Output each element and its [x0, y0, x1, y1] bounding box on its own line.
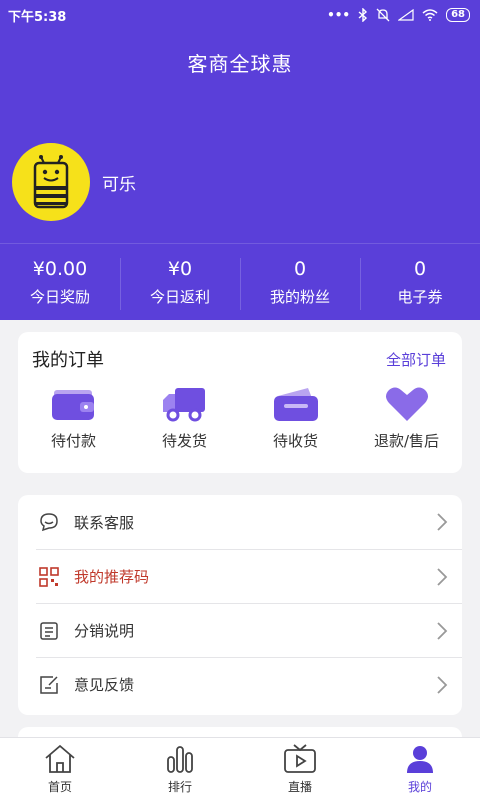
bee-avatar-icon — [33, 155, 69, 209]
wallet-icon — [51, 390, 94, 420]
settings-menu: 联系客服 我的推荐码 分销说明 意见反馈 — [18, 495, 462, 715]
menu-item-referral-code[interactable]: 我的推荐码 — [36, 549, 462, 603]
user-profile[interactable]: 可乐 — [12, 143, 136, 221]
page-title: 客商全球惠 — [187, 52, 293, 76]
tab-ranking[interactable]: 排行 — [120, 738, 240, 800]
heart-icon — [385, 387, 428, 421]
stat-my-fans[interactable]: 0 我的粉丝 — [240, 244, 360, 320]
order-pending-payment[interactable]: 待付款 — [18, 384, 129, 451]
menu-item-distribution-info[interactable]: 分销说明 — [36, 603, 462, 657]
stat-coupons[interactable]: 0 电子券 — [360, 244, 480, 320]
wifi-icon — [422, 9, 438, 21]
stat-value: 0 — [413, 257, 427, 280]
status-time: 下午5:38 — [8, 9, 67, 25]
order-refund-aftersale[interactable]: 退款/售后 — [351, 384, 462, 451]
all-orders-link[interactable]: 全部订单 — [386, 349, 446, 370]
tab-label: 首页 — [47, 780, 72, 794]
tab-live[interactable]: 直播 — [240, 738, 360, 800]
battery-indicator: 68 — [446, 8, 470, 22]
orders-title: 我的订单 — [32, 350, 104, 371]
menu-label: 联系客服 — [74, 513, 135, 532]
avatar[interactable] — [12, 143, 90, 221]
username: 可乐 — [102, 174, 136, 195]
profile-header: 下午5:38 ••• 68 客商全球惠 可乐 ¥0.00 今日奖励 ¥0 今日返… — [0, 0, 480, 320]
mute-icon — [376, 8, 390, 22]
user-icon — [407, 746, 433, 773]
tab-label: 排行 — [167, 780, 192, 794]
chevron-right-icon — [437, 621, 448, 640]
status-bar: 下午5:38 ••• 68 — [0, 0, 480, 30]
stat-today-rebate[interactable]: ¥0 今日返利 — [120, 244, 240, 320]
order-pending-shipment[interactable]: 待发货 — [129, 384, 240, 451]
tab-home[interactable]: 首页 — [0, 738, 120, 800]
menu-item-feedback[interactable]: 意见反馈 — [36, 657, 462, 711]
live-tv-icon — [284, 744, 316, 773]
home-icon — [45, 744, 75, 773]
order-pending-receipt[interactable]: 待收货 — [240, 384, 351, 451]
document-icon — [38, 620, 60, 642]
chevron-right-icon — [437, 513, 448, 531]
stat-today-reward[interactable]: ¥0.00 今日奖励 — [0, 244, 120, 320]
tab-label: 我的 — [407, 780, 432, 794]
stat-label: 我的粉丝 — [269, 287, 330, 306]
chevron-right-icon — [437, 567, 448, 586]
notification-dots: ••• — [327, 8, 351, 22]
qr-code-icon — [38, 566, 60, 588]
menu-label: 意见反馈 — [74, 676, 135, 694]
menu-item-customer-service[interactable]: 联系客服 — [18, 495, 462, 549]
truck-icon — [162, 388, 205, 422]
ranking-icon — [167, 746, 193, 773]
stats-bar: ¥0.00 今日奖励 ¥0 今日返利 0 我的粉丝 0 电子券 — [0, 243, 480, 320]
order-label: 待发货 — [161, 432, 207, 450]
menu-label: 我的推荐码 — [74, 568, 150, 586]
orders-card: 我的订单 全部订单 待付款 待发货 待收货 退款/售后 — [18, 332, 462, 473]
order-label: 退款/售后 — [373, 432, 440, 450]
stat-label: 今日返利 — [149, 287, 210, 306]
order-label: 待付款 — [50, 432, 96, 450]
orders-header: 我的订单 全部订单 — [18, 332, 462, 372]
stat-value: ¥0 — [167, 257, 193, 280]
card-wallet-icon — [273, 388, 318, 421]
order-status-list: 待付款 待发货 待收货 退款/售后 — [18, 384, 462, 451]
signal-icon — [398, 9, 414, 21]
chevron-right-icon — [437, 675, 448, 694]
stat-value: ¥0.00 — [32, 257, 88, 280]
stat-label: 今日奖励 — [29, 287, 90, 306]
menu-label: 分销说明 — [74, 622, 135, 640]
stat-label: 电子券 — [397, 287, 443, 306]
bottom-tab-bar: 首页 排行 直播 我的 — [0, 737, 480, 800]
feedback-icon — [38, 674, 60, 696]
order-label: 待收货 — [272, 432, 318, 450]
bluetooth-icon — [358, 8, 368, 22]
stat-value: 0 — [293, 257, 307, 280]
tab-mine[interactable]: 我的 — [360, 738, 480, 800]
status-icons: ••• 68 — [327, 8, 470, 22]
tab-label: 直播 — [287, 780, 312, 794]
chat-icon — [38, 511, 60, 533]
